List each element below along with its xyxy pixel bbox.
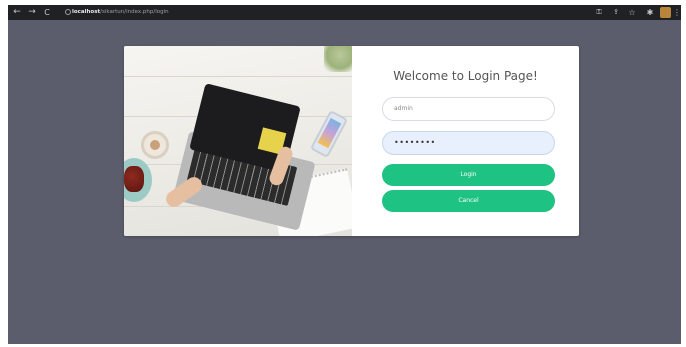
- plant-decoration: [324, 46, 352, 72]
- reload-icon[interactable]: C: [42, 5, 52, 20]
- login-form: Welcome to Login Page! admin •••••••• Lo…: [352, 46, 579, 236]
- site-info-icon[interactable]: [65, 9, 71, 15]
- login-button[interactable]: Login: [382, 164, 555, 186]
- extensions-icon[interactable]: ✱: [645, 5, 655, 20]
- browser-toolbar: ← → C localhost/sikartun/index.php/login…: [8, 5, 681, 20]
- key-icon[interactable]: ⚿: [594, 5, 604, 20]
- profile-avatar[interactable]: [660, 7, 671, 18]
- wood-grain: [124, 76, 352, 77]
- phone-decoration: [309, 109, 349, 159]
- username-field[interactable]: admin: [382, 97, 555, 121]
- back-icon[interactable]: ←: [12, 5, 22, 20]
- password-field[interactable]: ••••••••: [382, 131, 555, 155]
- share-icon[interactable]: ⇪: [611, 5, 621, 20]
- menu-icon[interactable]: ⋮: [673, 5, 681, 20]
- star-icon[interactable]: ☆: [627, 5, 637, 20]
- address-bar[interactable]: localhost/sikartun/index.php/login: [72, 5, 169, 20]
- page-title: Welcome to Login Page!: [393, 69, 538, 83]
- login-card: Welcome to Login Page! admin •••••••• Lo…: [124, 46, 579, 236]
- coffee-cup: [141, 131, 169, 159]
- browser-window: ← → C localhost/sikartun/index.php/login…: [8, 5, 681, 344]
- cancel-button[interactable]: Cancel: [382, 190, 555, 212]
- url-path: /sikartun/index.php/login: [100, 9, 169, 15]
- url-host: localhost: [72, 9, 101, 15]
- berries-decoration: [124, 166, 144, 192]
- hero-image: [124, 46, 352, 236]
- forward-icon[interactable]: →: [27, 5, 37, 20]
